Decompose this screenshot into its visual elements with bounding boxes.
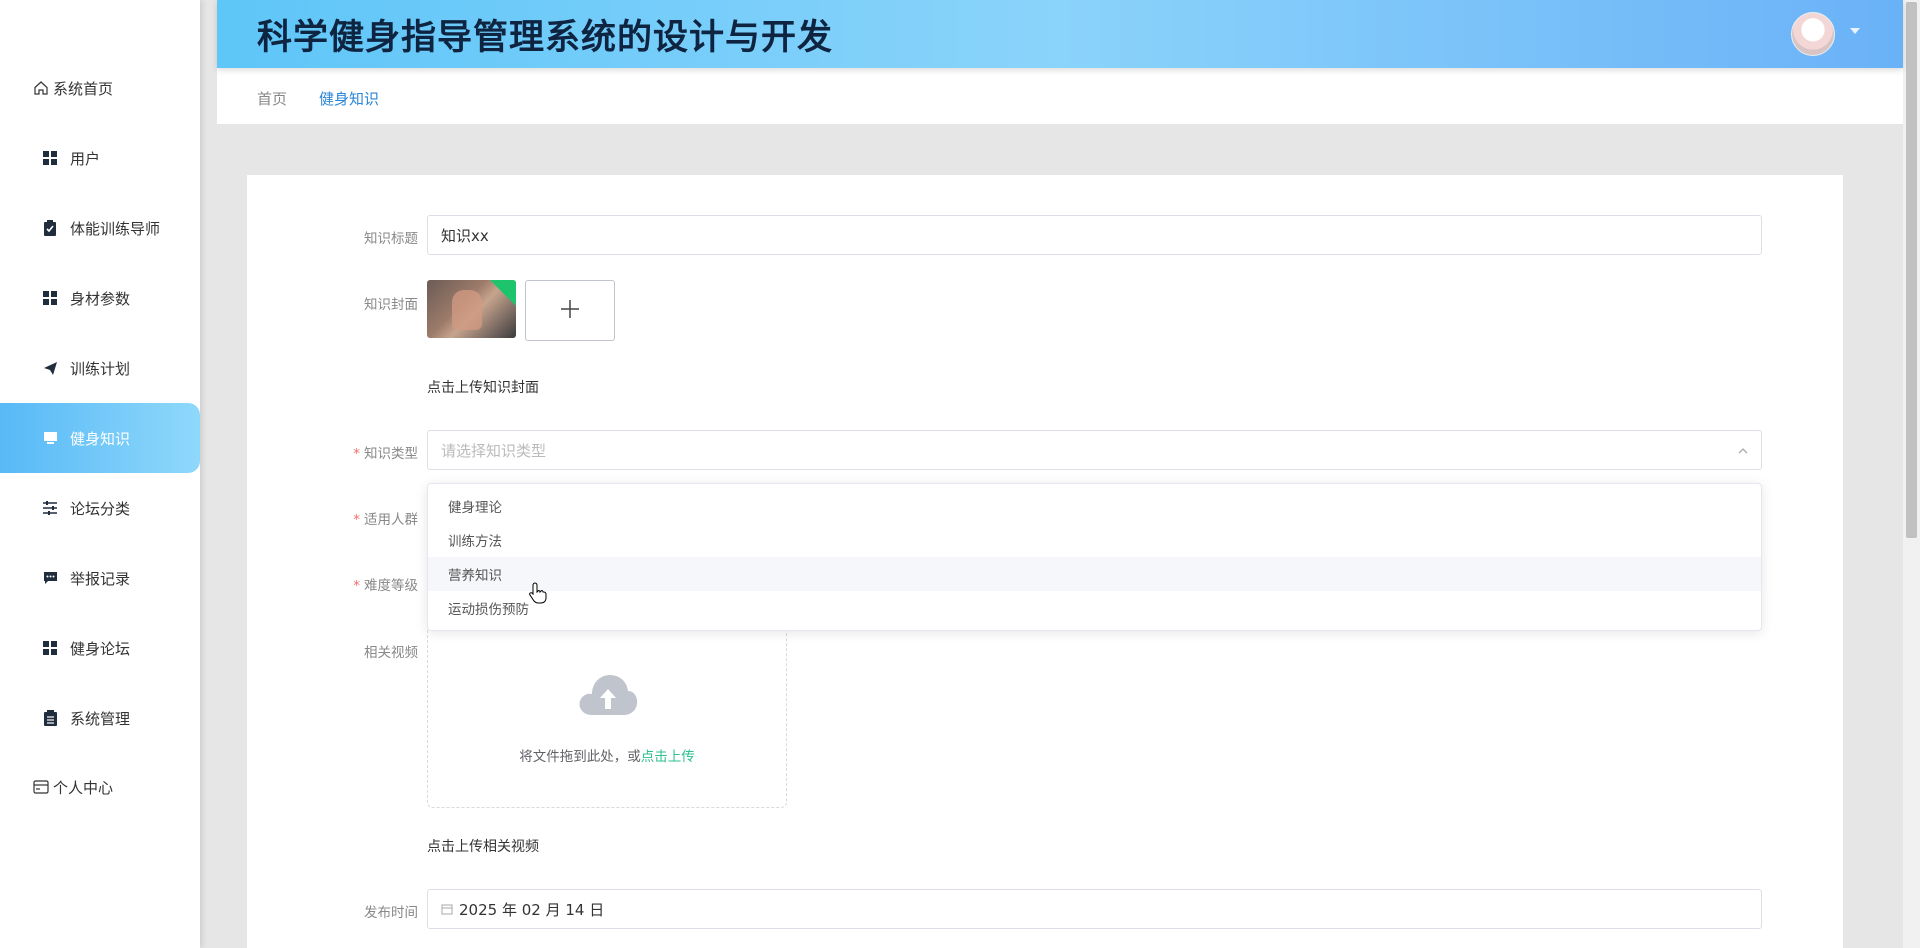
sidebar-item-label: 训练计划	[70, 359, 131, 378]
title-label: 知识标题	[364, 231, 418, 247]
sidebar-item-body-params[interactable]: 身材参数	[0, 263, 200, 333]
sidebar-item-label: 体能训练导师	[70, 219, 161, 238]
cover-thumbnail[interactable]	[427, 280, 516, 338]
sidebar-item-label: 健身知识	[70, 429, 131, 448]
breadcrumb: 首页 健身知识	[217, 68, 1903, 124]
dropdown-option[interactable]: 营养知识	[428, 557, 1761, 591]
chat-icon	[42, 570, 58, 586]
avatar[interactable]	[1791, 12, 1835, 56]
sidebar-item-forum-category[interactable]: 论坛分类	[0, 473, 200, 543]
dropdown-option[interactable]: 健身理论	[428, 489, 1761, 523]
top-header: 科学健身指导管理系统的设计与开发	[217, 0, 1903, 68]
crowd-label: * 适用人群	[353, 512, 418, 528]
date-picker[interactable]: 2025 年 02 月 14 日	[427, 889, 1762, 929]
home-icon	[33, 80, 49, 96]
calendar-icon	[441, 903, 453, 915]
breadcrumb-home[interactable]: 首页	[257, 88, 287, 109]
video-upload-dropzone[interactable]: 将文件拖到此处，或点击上传	[427, 615, 787, 808]
sidebar-item-trainers[interactable]: 体能训练导师	[0, 193, 200, 263]
sidebar-item-label: 举报记录	[70, 569, 131, 588]
breadcrumb-current: 健身知识	[319, 90, 380, 108]
sidebar-item-fitness-forum[interactable]: 健身论坛	[0, 613, 200, 683]
cover-label: 知识封面	[364, 297, 418, 313]
paper-plane-icon	[42, 360, 58, 376]
app-title: 科学健身指导管理系统的设计与开发	[257, 18, 834, 58]
dropdown-option[interactable]: 训练方法	[428, 523, 1761, 557]
title-input-value: 知识xx	[441, 226, 489, 245]
cloud-upload-icon	[578, 671, 638, 721]
chevron-down-icon[interactable]	[1850, 28, 1860, 34]
sidebar-item-label: 论坛分类	[70, 499, 131, 518]
sidebar-item-home[interactable]: 系统首页	[0, 53, 200, 123]
type-dropdown: 健身理论 训练方法 营养知识 运动损伤预防	[427, 483, 1762, 631]
grid-icon	[42, 150, 58, 166]
date-value: 2025 年 02 月 14 日	[459, 900, 605, 919]
chevron-up-icon	[1737, 443, 1749, 461]
title-input[interactable]: 知识xx	[427, 215, 1762, 255]
plus-icon	[559, 298, 581, 324]
type-select[interactable]: 请选择知识类型	[427, 430, 1762, 470]
card-icon	[33, 779, 49, 795]
sidebar-item-label: 系统管理	[70, 709, 131, 728]
scrollbar-thumb[interactable]	[1906, 2, 1917, 538]
clipboard-icon	[42, 710, 58, 726]
sidebar-item-system-management[interactable]: 系统管理	[0, 683, 200, 753]
upload-link[interactable]: 点击上传	[641, 749, 695, 765]
sidebar-item-label: 健身论坛	[70, 639, 131, 658]
video-hint: 点击上传相关视频	[427, 839, 539, 855]
hand-cursor-icon	[529, 582, 547, 608]
monitor-icon	[42, 430, 58, 446]
sidebar-item-label: 个人中心	[53, 778, 114, 797]
dropdown-option[interactable]: 运动损伤预防	[428, 591, 1761, 625]
cover-upload-button[interactable]	[525, 280, 615, 341]
type-label: * 知识类型	[353, 446, 418, 462]
sidebar-item-users[interactable]: 用户	[0, 123, 200, 193]
upload-instructions: 将文件拖到此处，或点击上传	[519, 749, 695, 765]
sidebar: 系统首页 用户 体能训练导师 身材参数 训练计划 健身知识 论坛分类 举报记录 …	[0, 0, 200, 948]
grid-icon	[42, 640, 58, 656]
grid-icon	[42, 290, 58, 306]
type-select-placeholder: 请选择知识类型	[441, 441, 547, 460]
sliders-icon	[42, 500, 58, 516]
difficulty-label: * 难度等级	[353, 578, 418, 594]
clipboard-check-icon	[42, 220, 58, 236]
sidebar-item-personal-center[interactable]: 个人中心	[0, 752, 200, 822]
sidebar-item-label: 系统首页	[53, 79, 114, 98]
sidebar-item-label: 身材参数	[70, 289, 131, 308]
video-label: 相关视频	[364, 645, 418, 661]
date-label: 发布时间	[364, 905, 418, 921]
sidebar-item-training-plan[interactable]: 训练计划	[0, 333, 200, 403]
sidebar-item-reports[interactable]: 举报记录	[0, 543, 200, 613]
sidebar-item-fitness-knowledge[interactable]: 健身知识	[0, 403, 200, 473]
sidebar-item-label: 用户	[70, 149, 101, 168]
cover-hint: 点击上传知识封面	[427, 380, 539, 396]
